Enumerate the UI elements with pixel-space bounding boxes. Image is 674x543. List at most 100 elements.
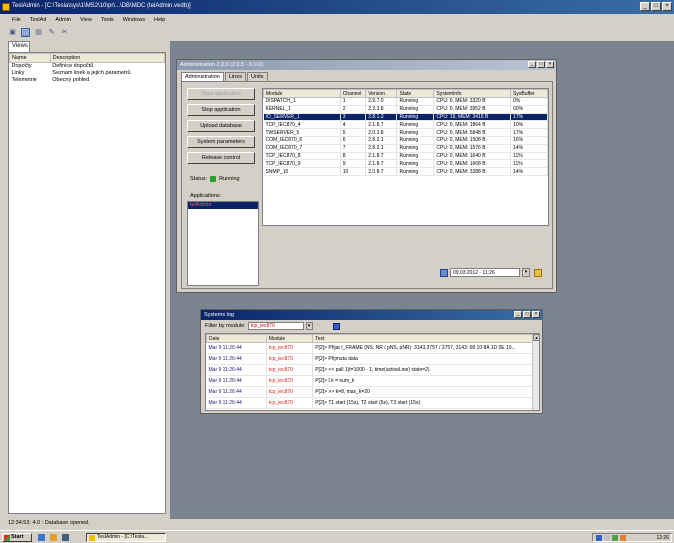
calendar-icon[interactable]	[440, 268, 448, 277]
table-row[interactable]: Mar 9 11:26:44 tcp_iec870 P[2]> Přijmuta d…	[206, 353, 539, 365]
update-icon[interactable]	[620, 534, 626, 541]
datetime-field[interactable]: 09.03.2012 - 11:26	[450, 268, 520, 277]
close-button[interactable]: ×	[662, 2, 672, 11]
maximize-button[interactable]: □	[537, 61, 545, 68]
taskbar-item-label: TeslAdmin - [C:\Tesla...	[97, 534, 149, 540]
tab-administration[interactable]: Administration	[181, 72, 224, 81]
menu-admin[interactable]: Admin	[55, 17, 71, 23]
menu-help[interactable]: Help	[154, 17, 165, 23]
network-icon[interactable]	[596, 534, 602, 541]
cell-sysbuffer: 0%	[510, 97, 548, 106]
table-row[interactable]: TCP_IEC870_8 8 2.1.8.7 Running CPU: 0, MEM: …	[263, 152, 548, 161]
tab-lines[interactable]: Lines	[224, 72, 247, 81]
table-row[interactable]: TWSERVER_5 5 2.0.3.8 Running CPU: 0, MEM: 58…	[263, 128, 548, 137]
log-scrollbar[interactable]: ▲	[532, 334, 539, 410]
col-channel[interactable]: Channel	[339, 89, 367, 98]
windows-logo-icon	[4, 535, 10, 541]
col-module[interactable]: Module	[265, 334, 314, 343]
stop-application-button[interactable]: Stop application	[187, 104, 255, 116]
speaker-icon[interactable]	[604, 534, 610, 541]
cell-state: Running	[396, 152, 435, 161]
col-state[interactable]: State	[396, 89, 435, 98]
table-row[interactable]: TCP_IEC870_4 4 2.1.8.7 Running CPU: 0, MEM: …	[263, 120, 548, 130]
col-version[interactable]: Version	[365, 89, 398, 98]
pause-icon[interactable]: ·	[324, 323, 331, 330]
col-name[interactable]: Name	[9, 53, 51, 63]
menu-windows[interactable]: Windows	[123, 17, 145, 23]
cell-module: tcp_iec870	[266, 353, 314, 365]
table-row[interactable]: KERNEL_1 2 2.3.3.8 Running CPU: 0, MEM: 3952…	[263, 105, 548, 114]
app-titlebar[interactable]: TeslAdmin - [C:\Tesla\sys\1\MS2\10\pr\..…	[0, 0, 674, 14]
cut-icon[interactable]: ✂	[60, 28, 69, 37]
maximize-button[interactable]: □	[651, 2, 661, 11]
running-icon	[210, 176, 217, 182]
col-description[interactable]: Description	[49, 53, 166, 63]
scroll-up-icon[interactable]: ▲	[533, 334, 539, 341]
table-row[interactable]: TCP_IEC870_9 9 2.1.8.7 Running CPU: 0, MEM: …	[263, 159, 548, 169]
maximize-button[interactable]: □	[523, 311, 531, 318]
table-row[interactable]: IO_SERVER_1 3 2.8.1.3 Running CPU: 19, MEM: …	[263, 113, 548, 122]
table-row[interactable]: Mar 9 11:26:44 tcp_iec870 P[2]> I.k = num_…	[206, 375, 539, 387]
cell-channel: 1	[340, 97, 367, 106]
col-date[interactable]: Date	[206, 334, 267, 343]
cell-version: 2.0.3.8	[365, 128, 398, 137]
taskbar-item-tesladmin[interactable]: TeslAdmin - [C:\Tesla...	[86, 533, 166, 542]
table-row[interactable]: COM_IEC870_7 7 2.8.2.1 Running CPU: 0, MEM: …	[263, 144, 548, 153]
release-control-button[interactable]: Release control	[187, 152, 255, 164]
col-module[interactable]: Module	[263, 89, 341, 98]
start-application-button[interactable]: Start application	[187, 88, 255, 100]
system-parameters-button[interactable]: System parameters	[187, 136, 255, 148]
minimize-button[interactable]: _	[640, 2, 650, 11]
quicklaunch-ie-icon[interactable]	[38, 534, 45, 541]
col-sysbuffer[interactable]: SysBuffer	[510, 89, 548, 98]
clear-icon[interactable]: ◦	[315, 323, 322, 330]
table-row[interactable]: DISPATCH_1 1 2.9.7.0 Running CPU: 0, MEM: 33…	[263, 97, 548, 106]
menu-view[interactable]: View	[80, 17, 92, 23]
menu-file[interactable]: File	[12, 17, 21, 23]
cell-sysbuffer: 14%	[510, 167, 548, 176]
table-row[interactable]: Mar 9 11:26:44 tcp_iec870 P[2]> T1 start (…	[206, 397, 539, 409]
table-row[interactable]: Mar 9 11:26:44 tcp_iec870 P[2]> >> k=8, ma…	[206, 386, 539, 398]
quicklaunch-folder-icon[interactable]	[50, 534, 57, 541]
close-button[interactable]: ×	[546, 61, 554, 68]
list-icon[interactable]: ▤	[34, 28, 43, 37]
menu-tesladmin[interactable]: TeslAd	[30, 17, 47, 23]
table-row[interactable]: Linky Seznam linek a jejich parametrů	[10, 70, 165, 77]
table-row[interactable]: Telemetrie Obecný pohled	[10, 77, 165, 84]
systems-log-title: Systems log	[204, 312, 234, 318]
table-row[interactable]: Dopočty Definice dopočtů	[10, 63, 165, 70]
view-desc: Seznam linek a jejich parametrů	[52, 70, 131, 76]
table-row[interactable]: SNMP_10 10 2.0.8.7 Running CPU: 0, MEM: 3288…	[263, 167, 548, 176]
status-bar: 12:34:53: 4.0 : Database opened.	[8, 520, 90, 526]
chevron-down-icon[interactable]: ▾	[305, 322, 313, 330]
minimize-button[interactable]: _	[528, 61, 536, 68]
col-systeminfo[interactable]: SystemInfo	[433, 89, 512, 98]
table-row[interactable]: COM_IEC870_6 6 2.8.2.1 Running CPU: 0, MEM: …	[263, 136, 548, 145]
datetime-picker: 09.03.2012 - 11:26 ▾	[440, 268, 542, 277]
cell-systeminfo: CPU: 0, MEM: 3320 B	[433, 97, 512, 106]
quicklaunch-desktop-icon[interactable]	[62, 534, 69, 541]
table-row[interactable]: Mar 9 11:26:44 tcp_iec870 P[2]> << pall 1(…	[206, 364, 539, 376]
table-row[interactable]: Mar 9 11:26:44 tcp_iec870 P[2]> Přijat I_F…	[206, 342, 539, 354]
edit-icon[interactable]: ✎	[47, 28, 56, 37]
chevron-down-icon[interactable]: ▾	[522, 268, 530, 277]
refresh-icon[interactable]	[534, 268, 542, 277]
tab-units[interactable]: Units	[247, 72, 268, 81]
close-button[interactable]: ×	[532, 311, 540, 318]
views-tab[interactable]: Views	[8, 41, 30, 52]
cell-text: P[2]> T1 start (15s), T2 start (5s), T3 …	[312, 397, 539, 409]
minimize-button[interactable]: _	[514, 311, 522, 318]
col-text[interactable]: Text	[312, 334, 539, 343]
administration-titlebar[interactable]: Administration 2.0.0 (2.0.5 - 6.0.0) _ □…	[177, 60, 556, 70]
list-item[interactable]: telAdmin	[188, 202, 258, 209]
module-filter-select[interactable]: tcp_iec870	[247, 322, 304, 330]
save-icon[interactable]	[332, 322, 340, 330]
systems-log-titlebar[interactable]: Systems log _ □ ×	[201, 310, 542, 320]
open-icon[interactable]: ▣	[8, 28, 17, 37]
start-button[interactable]: Start	[2, 533, 32, 542]
window-icon[interactable]: ◫	[21, 28, 30, 37]
security-icon[interactable]	[612, 534, 618, 541]
upload-database-button[interactable]: Upload database	[187, 120, 255, 132]
cell-channel: 9	[340, 159, 367, 169]
menu-tools[interactable]: Tools	[101, 17, 114, 23]
